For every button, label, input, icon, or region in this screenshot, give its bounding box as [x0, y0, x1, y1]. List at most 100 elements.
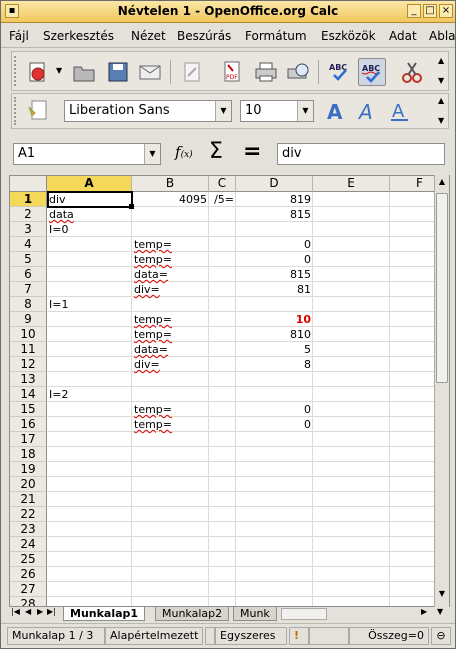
status-signature[interactable] [309, 627, 349, 645]
row-header-15[interactable]: 15 [10, 402, 47, 417]
column-header-a[interactable]: A [47, 176, 132, 192]
column-header-b[interactable]: B [132, 176, 209, 192]
function-wizard-icon[interactable]: f(x) [175, 143, 193, 161]
cell-d4[interactable]: 0 [236, 237, 313, 252]
row-header-1[interactable]: 1 [10, 192, 47, 207]
email-icon[interactable] [136, 58, 164, 86]
row-header-16[interactable]: 16 [10, 417, 47, 432]
row-header-19[interactable]: 19 [10, 462, 47, 477]
row-header-25[interactable]: 25 [10, 552, 47, 567]
print-preview-icon[interactable] [284, 58, 312, 86]
chevron-down-icon[interactable]: ▼ [215, 101, 231, 121]
row-header-5[interactable]: 5 [10, 252, 47, 267]
menu-window[interactable]: Abla [429, 29, 456, 43]
edit-file-icon[interactable] [178, 58, 206, 86]
row-header-2[interactable]: 2 [10, 207, 47, 222]
column-header-c[interactable]: C [209, 176, 236, 192]
cell-d7[interactable]: 81 [236, 282, 313, 297]
row-header-23[interactable]: 23 [10, 522, 47, 537]
menu-tools[interactable]: Eszközök [321, 29, 376, 43]
save-icon[interactable] [104, 58, 132, 86]
new-document-icon[interactable] [24, 58, 52, 86]
sheet-tab-1[interactable]: Munkalap1 [63, 607, 146, 621]
maximize-icon[interactable]: □ [423, 4, 437, 18]
row-header-13[interactable]: 13 [10, 372, 47, 387]
cell-d15[interactable]: 0 [236, 402, 313, 417]
italic-icon[interactable]: A [354, 97, 382, 125]
cell-b9[interactable]: temp= [132, 312, 209, 327]
menu-format[interactable]: Formátum [245, 29, 307, 43]
cell-b1[interactable]: 4095 [132, 192, 209, 207]
scroll-up-icon[interactable]: ▲ [436, 177, 448, 191]
export-pdf-icon[interactable]: PDF [218, 58, 246, 86]
scroll-right-icon[interactable]: ▶ [421, 607, 427, 616]
bold-icon[interactable]: A [322, 97, 350, 125]
prev-sheet-icon[interactable]: ◀ [25, 607, 31, 616]
row-header-22[interactable]: 22 [10, 507, 47, 522]
cell-b11[interactable]: data= [132, 342, 209, 357]
row-header-14[interactable]: 14 [10, 387, 47, 402]
cell-d6[interactable]: 815 [236, 267, 313, 282]
cell-a3[interactable]: I=0 [47, 222, 132, 237]
row-header-17[interactable]: 17 [10, 432, 47, 447]
cell-b10[interactable]: temp= [132, 327, 209, 342]
row-header-6[interactable]: 6 [10, 267, 47, 282]
cell-a2[interactable]: data [47, 207, 132, 222]
row-header-4[interactable]: 4 [10, 237, 47, 252]
row-header-18[interactable]: 18 [10, 447, 47, 462]
minimize-icon[interactable]: _ [407, 4, 421, 18]
scroll-down-icon[interactable]: ▼ [436, 589, 448, 603]
scroll-down-icon[interactable]: ▼ [437, 607, 443, 616]
first-sheet-icon[interactable]: |◀ [11, 607, 20, 616]
cut-icon[interactable] [398, 58, 426, 86]
row-header-26[interactable]: 26 [10, 567, 47, 582]
new-dropdown-icon[interactable]: ▼ [56, 66, 62, 75]
row-header-9[interactable]: 9 [10, 312, 47, 327]
column-header-d[interactable]: D [236, 176, 313, 192]
styles-formatting-icon[interactable] [24, 97, 52, 125]
column-header-e[interactable]: E [313, 176, 390, 192]
zoom-out-icon[interactable]: ⊖ [431, 627, 451, 645]
menu-insert[interactable]: Beszúrás [177, 29, 231, 43]
formula-input[interactable]: div [277, 143, 445, 165]
cell-c1[interactable]: /5= [209, 192, 236, 207]
cell-b7[interactable]: div= [132, 282, 209, 297]
row-header-21[interactable]: 21 [10, 492, 47, 507]
chevron-down-icon[interactable]: ▼ [297, 101, 313, 121]
horizontal-scroll-thumb[interactable] [281, 608, 327, 620]
underline-icon[interactable]: A [386, 97, 414, 125]
vertical-scroll-thumb[interactable] [436, 193, 448, 383]
menu-view[interactable]: Nézet [131, 29, 166, 43]
cell-b5[interactable]: temp= [132, 252, 209, 267]
name-box[interactable]: A1 ▼ [13, 143, 161, 165]
toolbar-grip[interactable] [14, 97, 18, 125]
toolbar-overflow-icon[interactable]: ▲ [438, 56, 444, 65]
cell-d16[interactable]: 0 [236, 417, 313, 432]
cell-a8[interactable]: I=1 [47, 297, 132, 312]
toolbar-overflow-icon[interactable]: ▼ [438, 76, 444, 85]
row-header-27[interactable]: 27 [10, 582, 47, 597]
fill-handle[interactable] [129, 204, 134, 209]
last-sheet-icon[interactable]: ▶| [47, 607, 56, 616]
print-icon[interactable] [252, 58, 280, 86]
sheet-tab-2[interactable]: Munkalap2 [155, 607, 230, 621]
font-name-combo[interactable]: Liberation Sans ▼ [64, 100, 232, 122]
status-page-style[interactable]: Alapértelmezett [105, 627, 203, 645]
cell-d11[interactable]: 5 [236, 342, 313, 357]
title-bar[interactable]: ▪ Névtelen 1 - OpenOffice.org Calc _ □ × [1, 1, 455, 23]
row-header-24[interactable]: 24 [10, 537, 47, 552]
cell-a14[interactable]: I=2 [47, 387, 132, 402]
menu-edit[interactable]: Szerkesztés [43, 29, 114, 43]
next-sheet-icon[interactable]: ▶ [37, 607, 43, 616]
formula-equals-icon[interactable]: = [243, 139, 261, 164]
row-header-3[interactable]: 3 [10, 222, 47, 237]
cell-b6[interactable]: data= [132, 267, 209, 282]
row-header-12[interactable]: 12 [10, 357, 47, 372]
cell-d1[interactable]: 819 [236, 192, 313, 207]
spreadsheet-grid[interactable]: A B C D E F 1 div 4095/5= 819 2 data 815 3 I=0 4 temp= 0 5… [9, 175, 450, 607]
cell-b15[interactable]: temp= [132, 402, 209, 417]
vertical-scrollbar[interactable]: ▲ ▼ [434, 175, 449, 607]
autospellcheck-icon[interactable]: ABC [358, 58, 386, 86]
close-icon[interactable]: × [439, 4, 453, 18]
spellcheck-icon[interactable]: ABC [326, 58, 354, 86]
